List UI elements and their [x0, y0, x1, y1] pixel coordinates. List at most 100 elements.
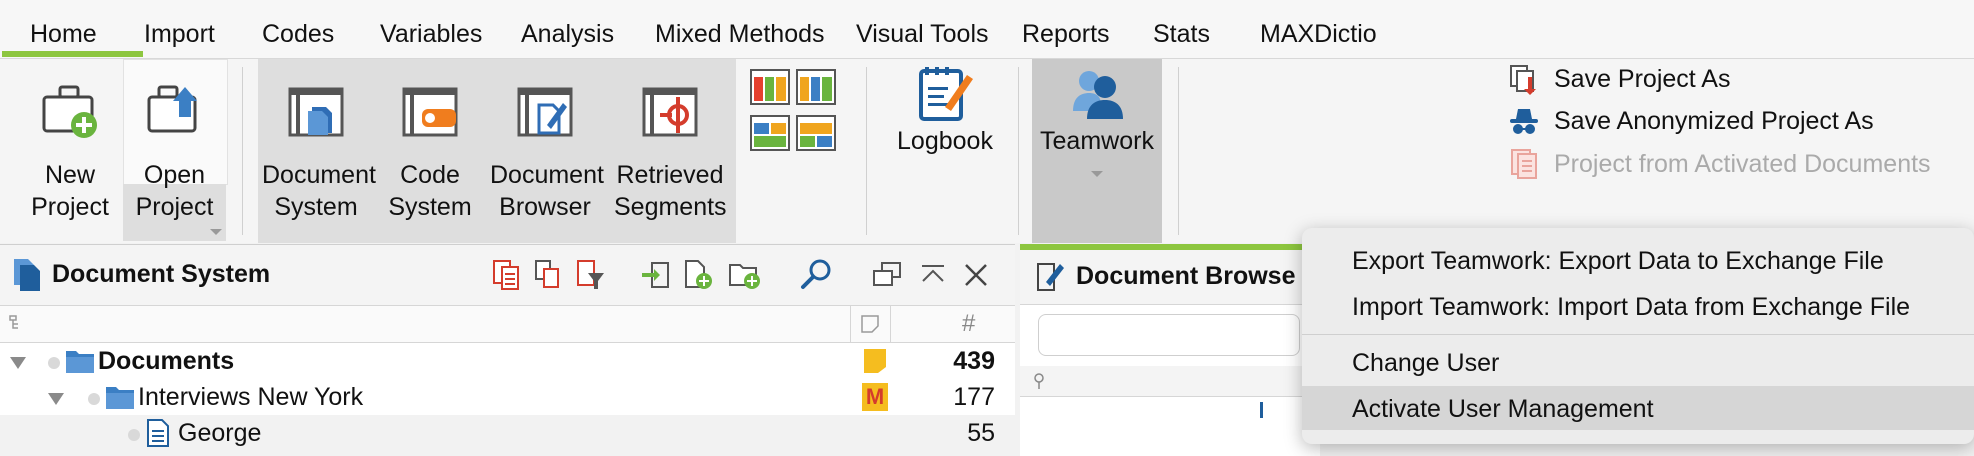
tree-row-documents[interactable]: Documents 439 [0, 343, 1015, 379]
save-project-as-label: Save Project As [1554, 64, 1731, 93]
tab-home[interactable]: Home [30, 20, 97, 49]
ribbon-separator [1178, 67, 1179, 235]
teamwork-dropdown-menu: Export Teamwork: Export Data to Exchange… [1302, 228, 1974, 444]
tree-row-label: George [178, 419, 262, 447]
tab-stats[interactable]: Stats [1153, 20, 1210, 49]
logbook-icon [919, 67, 973, 121]
ribbon-separator [242, 67, 243, 235]
ribbon-tabbar: Home Import Codes Variables Analysis Mix… [0, 0, 1974, 59]
new-document-group-icon[interactable] [728, 259, 762, 291]
folder-icon [106, 387, 134, 409]
text-document-icon [147, 419, 169, 447]
tab-reports[interactable]: Reports [1022, 20, 1110, 49]
project-from-activated-label: Project from Activated Documents [1554, 149, 1931, 178]
document-system-label-1: Document [262, 161, 376, 189]
save-project-as-icon [1510, 65, 1536, 95]
menu-item-label: Import Teamwork: Import Data from Exchan… [1352, 293, 1911, 321]
save-anonymized-project-button[interactable]: Save Anonymized Project As [1508, 105, 1874, 137]
active-tab-indicator [2, 51, 143, 57]
new-project-label-1: New [44, 161, 95, 189]
folder-icon [66, 351, 94, 373]
layout-icon-2[interactable] [796, 69, 836, 105]
tab-mixed-methods[interactable]: Mixed Methods [655, 20, 825, 49]
project-from-activated-documents-button[interactable]: Project from Activated Documents [1508, 148, 1931, 180]
tree-row-count: 177 [953, 383, 995, 411]
document-system-icon [288, 87, 344, 137]
expand-triangle-icon[interactable] [48, 393, 64, 405]
retrieved-segments-label-2: Segments [614, 193, 727, 221]
tree-row-label: Interviews New York [138, 383, 364, 411]
open-project-button[interactable]: Open Project [123, 59, 226, 243]
memo-column-icon[interactable] [860, 314, 880, 334]
layout-icon-3[interactable] [750, 115, 790, 151]
document-system-column-header: # [0, 306, 1015, 343]
search-icon[interactable] [800, 257, 834, 291]
code-system-icon [402, 87, 458, 137]
document-browser-title: Document Browse [1076, 262, 1296, 290]
menu-item-label: Change User [1352, 349, 1500, 377]
memo-m-icon[interactable]: M [862, 383, 888, 411]
document-system-title: Document System [52, 260, 271, 288]
tab-import[interactable]: Import [144, 20, 215, 49]
anonymous-spy-icon [1510, 109, 1538, 134]
document-browser-icon [1037, 263, 1064, 291]
copy-documents-icon[interactable] [534, 259, 566, 291]
new-project-label-2: Project [31, 193, 109, 221]
pin-icon [1034, 373, 1044, 389]
code-system-label-2: System [388, 193, 472, 221]
code-system-button[interactable]: Code System [378, 59, 482, 243]
chevron-down-icon[interactable] [210, 229, 222, 235]
tree-row-count: 439 [953, 347, 995, 375]
tab-visual-tools[interactable]: Visual Tools [856, 20, 989, 49]
activation-dot[interactable] [88, 393, 100, 405]
tree-structure-icon[interactable] [8, 314, 26, 332]
chevron-down-icon[interactable] [1091, 171, 1103, 177]
activate-documents-icon[interactable] [492, 259, 522, 291]
count-column-header[interactable]: # [962, 310, 975, 338]
close-icon[interactable] [962, 261, 990, 289]
retrieved-segments-icon [642, 87, 698, 137]
layout-icon-4[interactable] [796, 115, 836, 151]
menu-item-export-teamwork[interactable]: Export Teamwork: Export Data to Exchange… [1302, 238, 1974, 282]
tab-variables[interactable]: Variables [380, 20, 482, 49]
new-project-button[interactable]: New Project [20, 59, 120, 243]
logbook-label: Logbook [897, 127, 993, 155]
activation-dot[interactable] [48, 357, 60, 369]
menu-item-label: Activate User Management [1352, 395, 1654, 423]
document-browser-icon [517, 87, 573, 137]
document-browser-label-2: Browser [499, 193, 591, 221]
retrieved-segments-button[interactable]: Retrieved Segments [614, 59, 727, 243]
new-document-icon[interactable] [684, 259, 714, 291]
document-browser-header: Document Browse [1020, 250, 1320, 305]
teamwork-button[interactable]: Teamwork [1032, 59, 1162, 243]
tab-analysis[interactable]: Analysis [521, 20, 614, 49]
ribbon-separator [866, 67, 867, 235]
activation-dot[interactable] [128, 429, 140, 441]
menu-item-activate-user-management[interactable]: Activate User Management [1302, 386, 1974, 430]
save-project-as-button[interactable]: Save Project As [1508, 63, 1730, 95]
retrieved-segments-label-1: Retrieved [616, 161, 724, 189]
filter-documents-icon[interactable] [576, 259, 606, 291]
document-browser-button[interactable]: Document Browser [490, 59, 604, 243]
import-document-icon[interactable] [640, 261, 670, 289]
document-system-header: Document System [0, 245, 1015, 306]
tab-codes[interactable]: Codes [262, 20, 334, 49]
menu-item-change-user[interactable]: Change User [1302, 340, 1974, 384]
layout-icon-1[interactable] [750, 69, 790, 105]
tree-row-interviews-new-york[interactable]: Interviews New York M 177 [0, 379, 1015, 415]
menu-item-import-teamwork[interactable]: Import Teamwork: Import Data from Exchan… [1302, 284, 1974, 328]
document-system-button[interactable]: Document System [262, 59, 376, 243]
teamwork-label: Teamwork [1040, 127, 1154, 155]
maximize-panel-icon[interactable] [918, 261, 948, 287]
tab-maxdictio[interactable]: MAXDictio [1260, 20, 1377, 49]
document-browser-search-field[interactable] [1038, 314, 1300, 356]
expand-triangle-icon[interactable] [10, 357, 26, 369]
ribbon: New Project Open Project Document System [0, 59, 1974, 243]
menu-item-label: Export Teamwork: Export Data to Exchange… [1352, 247, 1884, 275]
teamwork-icon [1073, 71, 1123, 119]
tree-row-george[interactable]: George 55 [0, 415, 1015, 451]
save-anonymized-label: Save Anonymized Project As [1554, 106, 1874, 135]
undock-window-icon[interactable] [872, 261, 902, 287]
logbook-button[interactable]: Logbook [890, 59, 1000, 243]
memo-yellow-icon[interactable] [862, 347, 888, 375]
